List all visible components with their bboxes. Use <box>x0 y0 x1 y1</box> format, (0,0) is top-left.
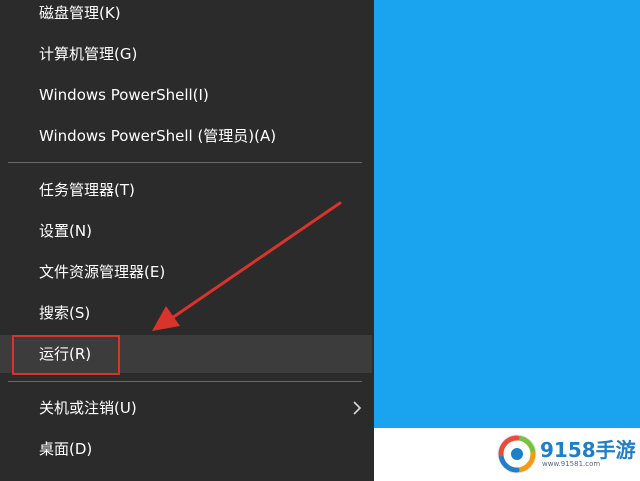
watermark-url-text: www.91581.com <box>542 460 601 468</box>
watermark: 9158手游 www.91581.com <box>490 428 640 481</box>
menu-item-label: Windows PowerShell (管理员)(A) <box>39 127 277 145</box>
brand-logo-icon <box>497 434 537 474</box>
menu-divider <box>8 162 362 163</box>
watermark-brand-text: 9158手游 <box>540 438 636 462</box>
menu-item-settings[interactable]: 设置(N) <box>0 212 372 250</box>
annotation-highlight-box <box>12 335 120 375</box>
menu-item-label: Windows PowerShell(I) <box>39 86 209 104</box>
menu-item-file-explorer[interactable]: 文件资源管理器(E) <box>0 253 372 291</box>
menu-item-search[interactable]: 搜索(S) <box>0 294 372 332</box>
menu-item-label: 设置(N) <box>39 222 92 240</box>
menu-divider <box>8 381 362 382</box>
menu-item-disk-management[interactable]: 磁盘管理(K) <box>0 0 372 32</box>
menu-item-label: 文件资源管理器(E) <box>39 263 166 281</box>
menu-item-computer-management[interactable]: 计算机管理(G) <box>0 35 372 73</box>
menu-item-label: 磁盘管理(K) <box>39 4 121 22</box>
menu-item-label: 关机或注销(U) <box>39 399 137 417</box>
desktop-background <box>374 0 640 481</box>
menu-item-powershell-admin[interactable]: Windows PowerShell (管理员)(A) <box>0 117 372 155</box>
quick-link-menu: 磁盘管理(K) 计算机管理(G) Windows PowerShell(I) W… <box>0 0 374 481</box>
menu-item-label: 桌面(D) <box>39 440 93 458</box>
menu-item-desktop[interactable]: 桌面(D) <box>0 430 372 468</box>
menu-item-shutdown-signout[interactable]: 关机或注销(U) <box>0 389 372 427</box>
menu-item-powershell[interactable]: Windows PowerShell(I) <box>0 76 372 114</box>
menu-item-task-manager[interactable]: 任务管理器(T) <box>0 171 372 209</box>
menu-item-label: 搜索(S) <box>39 304 91 322</box>
menu-item-label: 计算机管理(G) <box>39 45 138 63</box>
menu-item-label: 任务管理器(T) <box>39 181 135 199</box>
chevron-right-icon <box>353 401 362 415</box>
